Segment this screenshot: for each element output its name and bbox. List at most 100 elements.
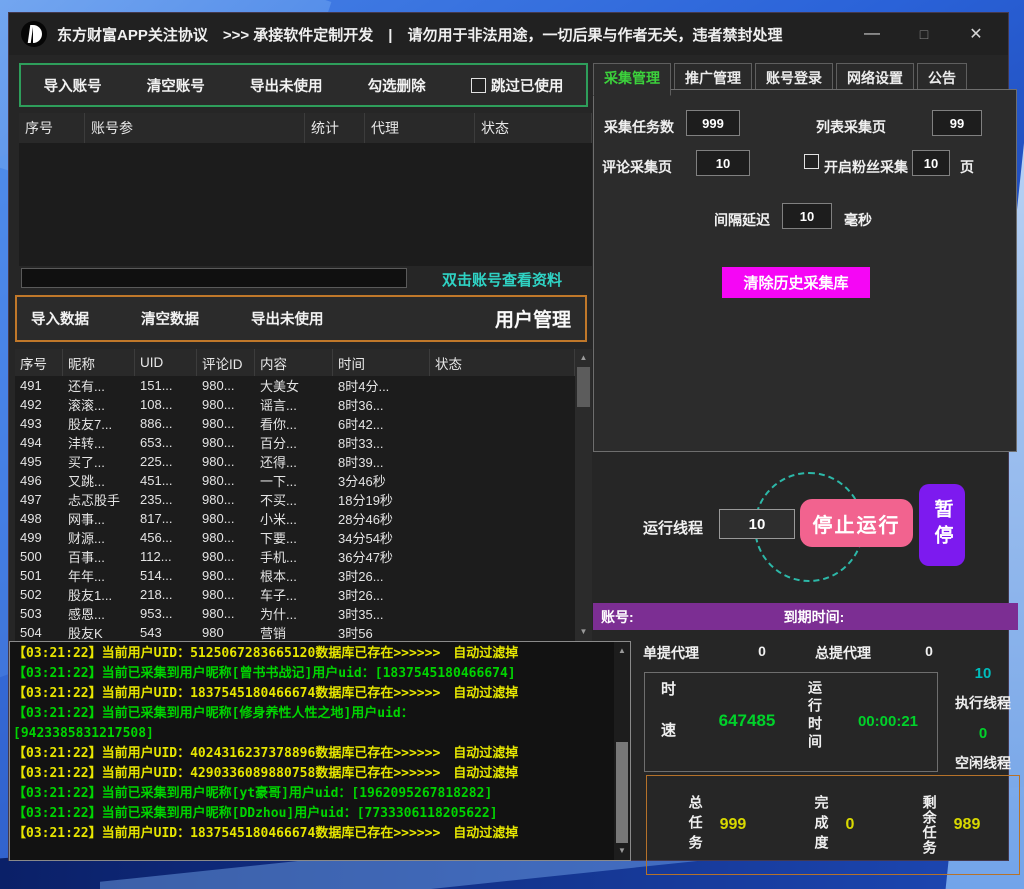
account-search-input[interactable] [21,268,407,288]
speed-label: 时速 [657,681,678,763]
fans-collect-checkbox[interactable] [804,154,819,169]
table-row[interactable]: 497忐忑股手235...980...不买...18分19秒 [15,490,575,509]
clear-data-button[interactable]: 清空数据 [141,308,199,329]
table-row[interactable]: 494沣转...653...980...百分...8时33... [15,433,575,452]
table-cell: 28分46秒 [333,509,430,528]
scrollbar-thumb[interactable] [577,367,590,407]
table-row[interactable]: 496又跳...451...980...一下...3分46秒 [15,471,575,490]
fans-pages-input[interactable] [912,150,950,176]
checkbox-icon[interactable] [471,78,486,93]
table-cell: 980... [197,511,255,526]
table-cell: 492 [15,397,63,412]
table-row[interactable]: 498网事...817...980...小米...28分46秒 [15,509,575,528]
table-row[interactable]: 495买了...225...980...还得...8时39... [15,452,575,471]
comment-pages-label: 评论采集页 [602,157,672,177]
account-table-body[interactable] [19,143,592,266]
table-cell: 营销 [255,623,333,641]
total-proxy-label: 总提代理 [815,643,871,663]
log-scrollbar[interactable]: ▲ ▼ [614,642,630,860]
table-row[interactable]: 493股友7...886...980...看你...6时42... [15,414,575,433]
stop-button[interactable]: 停止运行 [800,499,913,547]
column-header: 账号参 [85,113,305,143]
table-cell: 34分54秒 [333,528,430,547]
scrollbar-thumb[interactable] [616,742,628,842]
list-pages-input[interactable] [932,110,982,136]
user-management-title: 用户管理 [495,305,571,332]
log-line: 【03:21:22】当前已采集到用户昵称[曾书书战记]用户uid：[183754… [13,664,612,684]
clear-accounts-button[interactable]: 清空账号 [147,75,205,96]
runtime-label: 运行时间 [805,680,825,752]
table-cell: 817... [135,511,197,526]
thread-count-label: 运行线程 [643,517,703,538]
app-icon [21,21,47,47]
table-cell: 8时4分... [333,376,430,395]
thread-count-input[interactable] [719,509,795,539]
table-cell: 980 [197,625,255,640]
window-title: 东方财富APP关注协议 >>> 承接软件定制开发 | 请勿用于非法用途，一切后果… [57,24,783,45]
import-accounts-button[interactable]: 导入账号 [44,75,102,96]
thread-stats: 10 执行线程 0 空闲线程 [947,663,1019,775]
remain-label: 剩余任务 [920,795,940,855]
table-row[interactable]: 501年年...514...980...根本...3时26... [15,566,575,585]
export-unused-accounts-button[interactable]: 导出未使用 [250,75,323,96]
scroll-up-icon[interactable]: ▲ [614,644,630,658]
user-table-scrollbar[interactable]: ▲ ▼ [575,349,592,641]
titlebar: 东方财富APP关注协议 >>> 承接软件定制开发 | 请勿用于非法用途，一切后果… [9,13,1008,55]
minimize-button[interactable]: — [846,25,898,43]
table-cell: 980... [197,454,255,469]
table-cell: 8时33... [333,433,430,452]
table-cell: 百事... [63,547,135,566]
speed-value: 647485 [697,711,797,731]
table-cell: 18分19秒 [333,490,430,509]
task-count-label: 采集任务数 [604,117,674,137]
table-cell: 看你... [255,414,333,433]
speed-panel: 时速 647485 运行时间 00:00:21 [644,672,938,772]
scroll-down-icon[interactable]: ▼ [614,844,630,858]
table-cell: 980... [197,568,255,583]
table-cell: 谣言... [255,395,333,414]
clear-history-button[interactable]: 清除历史采集库 [722,267,870,298]
column-header: 内容 [255,349,333,376]
check-delete-button[interactable]: 勾选删除 [368,75,426,96]
maximize-button[interactable]: □ [898,26,950,42]
scroll-up-icon[interactable]: ▲ [575,351,592,365]
license-account-label: 账号: [601,607,634,627]
table-row[interactable]: 502股友1...218...980...车子...3时26... [15,585,575,604]
app-window: 东方财富APP关注协议 >>> 承接软件定制开发 | 请勿用于非法用途，一切后果… [8,12,1009,861]
table-cell: 下要... [255,528,333,547]
table-row[interactable]: 503感恩...953...980...为什...3时35... [15,604,575,623]
export-unused-data-button[interactable]: 导出未使用 [251,308,324,329]
scroll-down-icon[interactable]: ▼ [575,625,592,639]
table-cell: 网事... [63,509,135,528]
table-cell: 滚滚... [63,395,135,414]
table-cell: 494 [15,435,63,450]
skip-used-checkbox[interactable]: 跳过已使用 [471,75,564,96]
total-tasks-value: 999 [720,816,747,834]
table-cell: 980... [197,435,255,450]
task-count-input[interactable] [686,110,740,136]
close-button[interactable]: ✕ [950,24,1002,44]
table-cell: 8时36... [333,395,430,414]
table-row[interactable]: 492滚滚...108...980...谣言...8时36... [15,395,575,414]
log-line: 【03:21:22】当前用户UID：1837545180466674数据库已存在… [13,824,612,844]
comment-pages-input[interactable] [696,150,750,176]
idle-threads-value: 0 [979,725,987,742]
pause-button[interactable]: 暂停 [919,484,965,566]
table-cell: 百分... [255,433,333,452]
delay-unit: 毫秒 [844,210,872,230]
table-cell: 514... [135,568,197,583]
table-row[interactable]: 491还有...151...980...大美女8时4分... [15,376,575,395]
column-header: 评论ID [197,349,255,376]
import-data-button[interactable]: 导入数据 [31,308,89,329]
table-row[interactable]: 499财源...456...980...下要...34分54秒 [15,528,575,547]
table-row[interactable]: 504股友K543980营销3时56 [15,623,575,641]
view-profile-link[interactable]: 双击账号查看资料 [442,269,562,290]
tab-1[interactable]: 采集管理 [593,63,671,96]
column-header: 序号 [19,113,85,143]
table-cell: 500 [15,549,63,564]
table-cell: 又跳... [63,471,135,490]
table-cell: 3时26... [333,566,430,585]
table-cell: 忐忑股手 [63,490,135,509]
table-row[interactable]: 500百事...112...980...手机...36分47秒 [15,547,575,566]
delay-input[interactable] [782,203,832,229]
